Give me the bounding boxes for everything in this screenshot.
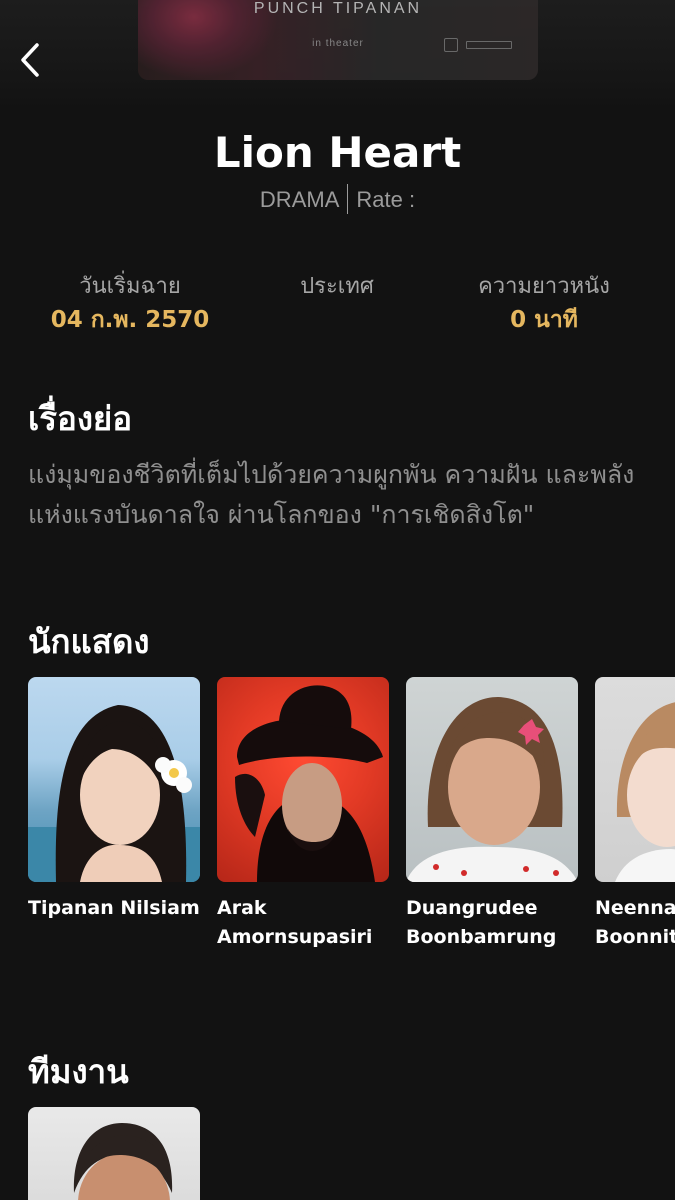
duration-value: 0 นาที xyxy=(510,307,578,333)
cast-photo xyxy=(217,677,389,882)
portrait-illustration xyxy=(615,702,675,882)
movie-meta: DRAMA Rate : xyxy=(0,184,675,216)
stat-duration: ความยาวหนัง 0 นาที xyxy=(434,270,654,336)
crew-card[interactable] xyxy=(28,1107,200,1200)
studio-logo xyxy=(444,38,458,52)
cast-photo xyxy=(595,677,675,882)
stat-country: ประเทศ xyxy=(227,270,447,336)
cast-name-line1: Neenna xyxy=(595,897,675,919)
cast-card[interactable]: Duangrudee Boonbamrung xyxy=(406,677,578,952)
cast-name: Arak Amornsupasiri xyxy=(217,894,389,952)
poster-title: PUNCH TIPANAN xyxy=(253,0,423,17)
cast-name-line1: Tipanan Nilsiam xyxy=(28,897,200,919)
movie-stats: วันเริ่มฉาย 04 ก.พ. 2570 ประเทศ ความยาวห… xyxy=(0,270,675,340)
distributor-logo xyxy=(466,41,512,49)
cast-name-line2: Boonbamrung xyxy=(406,926,557,948)
portrait-illustration xyxy=(73,1123,173,1200)
cast-card[interactable]: Arak Amornsupasiri xyxy=(217,677,389,952)
cast-photo xyxy=(28,677,200,882)
cast-heading: นักแสดง xyxy=(28,622,150,661)
stat-release: วันเริ่มฉาย 04 ก.พ. 2570 xyxy=(20,270,240,336)
poster-banner: PUNCH TIPANAN in theater xyxy=(0,0,675,110)
release-date-value: 04 ก.พ. 2570 xyxy=(50,307,210,333)
cast-card[interactable]: Tipanan Nilsiam xyxy=(28,677,200,923)
rate-label: Rate : xyxy=(356,186,416,212)
cast-card[interactable]: Neenna Boonnit xyxy=(595,677,675,952)
movie-title: Lion Heart xyxy=(213,128,462,177)
country-label: ประเทศ xyxy=(300,274,374,299)
meta-divider xyxy=(347,184,349,214)
cast-name-line2: Boonnit xyxy=(595,926,675,948)
synopsis-heading: เรื่องย่อ xyxy=(28,399,133,438)
portrait-illustration xyxy=(235,685,383,882)
cast-name: Duangrudee Boonbamrung xyxy=(406,894,578,952)
cast-name: Tipanan Nilsiam xyxy=(28,894,200,923)
cast-name: Neenna Boonnit xyxy=(595,894,675,952)
cast-name-line2: Amornsupasiri xyxy=(217,926,373,948)
portrait-illustration xyxy=(28,705,200,882)
cast-name-line1: Duangrudee xyxy=(406,897,538,919)
poster-image: PUNCH TIPANAN in theater xyxy=(138,0,538,80)
poster-logos xyxy=(444,38,512,52)
duration-label: ความยาวหนัง xyxy=(478,274,610,299)
back-button[interactable] xyxy=(12,40,48,80)
chevron-left-icon xyxy=(21,43,39,77)
cast-carousel[interactable]: Tipanan Nilsiam Arak Amornsupasiri Duang… xyxy=(28,677,675,957)
cast-name-line1: Arak xyxy=(217,897,267,919)
genre-label: DRAMA xyxy=(259,186,340,212)
country-value xyxy=(227,304,447,336)
release-date-label: วันเริ่มฉาย xyxy=(79,274,181,299)
cast-photo xyxy=(406,677,578,882)
portrait-illustration xyxy=(406,697,578,882)
movie-detail-page: PUNCH TIPANAN in theater Lion Heart DRAM… xyxy=(0,0,675,1200)
synopsis-text: แง่มุมของชีวิตที่เต็มไปด้วยความผูกพัน คว… xyxy=(28,460,635,529)
crew-heading: ทีมงาน xyxy=(28,1052,129,1091)
